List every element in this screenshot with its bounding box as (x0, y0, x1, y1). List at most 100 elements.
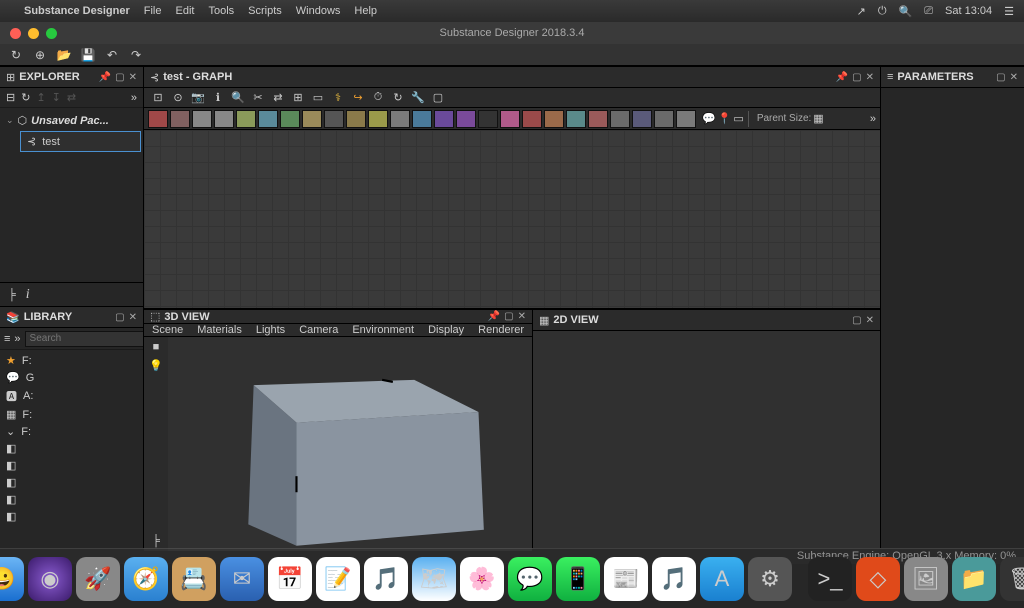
center-icon[interactable]: ⊙ (170, 90, 186, 106)
node-type-button[interactable] (566, 110, 586, 128)
node-type-button[interactable] (632, 110, 652, 128)
info-icon[interactable]: ℹ (210, 90, 226, 106)
refresh-icon[interactable]: ↻ (21, 91, 30, 104)
lib-cat[interactable]: 🅰A: (0, 386, 143, 406)
dock-app[interactable]: 📁 (952, 557, 996, 601)
menu-environment[interactable]: Environment (352, 324, 414, 336)
clock[interactable]: Sat 13:04 (945, 5, 992, 17)
lib-cat[interactable]: 💬G (0, 369, 143, 386)
flow-icon[interactable]: ↪ (350, 90, 366, 106)
arrow-icon[interactable]: ↗ (857, 5, 866, 18)
node-type-button[interactable] (236, 110, 256, 128)
link-icon[interactable]: ⇄ (270, 90, 286, 106)
node-type-button[interactable] (258, 110, 278, 128)
dock-app[interactable]: 🚀 (76, 557, 120, 601)
node-type-button[interactable] (478, 110, 498, 128)
video-icon[interactable]: ■ (153, 341, 160, 353)
info-icon[interactable]: i (26, 287, 30, 303)
lib-item[interactable]: ◧ (0, 440, 143, 457)
menu-help[interactable]: Help (354, 5, 377, 17)
node-type-button[interactable] (434, 110, 454, 128)
node-type-button[interactable] (170, 110, 190, 128)
timer-icon[interactable]: ⏱ (370, 90, 386, 106)
close-icon[interactable]: ✕ (866, 315, 874, 326)
node-type-button[interactable] (214, 110, 234, 128)
app-name[interactable]: Substance Designer (24, 5, 130, 17)
cut-icon[interactable]: ✂ (250, 90, 266, 106)
lib-cat[interactable]: ▦F: (0, 406, 143, 423)
maximize-icon[interactable]: ▢ (504, 311, 513, 322)
menu-tools[interactable]: Tools (208, 5, 234, 17)
lib-item[interactable]: ◧ (0, 508, 143, 525)
graph-item[interactable]: ⊰ test (20, 131, 141, 152)
menu-display[interactable]: Display (428, 324, 464, 336)
maximize-button[interactable] (46, 28, 57, 39)
dock-app[interactable]: 📱 (556, 557, 600, 601)
search-input[interactable] (25, 331, 143, 347)
dock-app[interactable]: 🗺 (412, 557, 456, 601)
collapse-icon[interactable]: ⊟ (6, 91, 15, 104)
undo-icon[interactable]: ↶ (104, 48, 120, 62)
node-type-button[interactable] (390, 110, 410, 128)
globe-icon[interactable]: ⊕ (32, 48, 48, 62)
python-icon[interactable]: ⚕ (330, 90, 346, 106)
dock-app[interactable]: 📰 (604, 557, 648, 601)
pin-icon[interactable]: 📌 (99, 72, 111, 83)
node-type-button[interactable] (368, 110, 388, 128)
node-type-button[interactable] (500, 110, 520, 128)
menu-windows[interactable]: Windows (296, 5, 341, 17)
save-icon[interactable]: 💾 (80, 48, 96, 62)
lib-item[interactable]: ◧ (0, 474, 143, 491)
open-icon[interactable]: 📂 (56, 48, 72, 62)
light-icon[interactable]: 💡 (149, 359, 163, 372)
dock-app[interactable]: 💬 (508, 557, 552, 601)
node-type-button[interactable] (324, 110, 344, 128)
maximize-icon[interactable]: ▢ (852, 72, 861, 83)
node-type-button[interactable] (588, 110, 608, 128)
dock-app[interactable]: >_ (808, 557, 852, 601)
pin-icon[interactable]: 📌 (488, 311, 500, 322)
filter-icon[interactable]: ≡ (4, 333, 10, 345)
dock-app[interactable]: 🖼 (904, 557, 948, 601)
lib-item[interactable]: ◧ (0, 457, 143, 474)
menu-lights[interactable]: Lights (256, 324, 285, 336)
menu-materials[interactable]: Materials (197, 324, 242, 336)
lib-item[interactable]: ◧ (0, 491, 143, 508)
dock-app[interactable]: 😀 (0, 557, 24, 601)
dock-app[interactable]: 🎵 (364, 557, 408, 601)
frame-icon[interactable]: ▭ (733, 112, 743, 125)
node-type-button[interactable] (676, 110, 696, 128)
lib-cat[interactable]: ⌄F: (0, 423, 143, 440)
menu-file[interactable]: File (144, 5, 162, 17)
dock-app[interactable]: ✉ (220, 557, 264, 601)
dock-app[interactable]: 📇 (172, 557, 216, 601)
close-icon[interactable]: ✕ (866, 72, 874, 83)
fit-icon[interactable]: ⊡ (150, 90, 166, 106)
pin-icon[interactable]: 📌 (836, 72, 848, 83)
zoom-icon[interactable]: 🔍 (230, 90, 246, 106)
dock-app[interactable]: 🎵 (652, 557, 696, 601)
box-icon[interactable]: ▢ (430, 90, 446, 106)
node-type-button[interactable] (280, 110, 300, 128)
list-icon[interactable]: ☰ (1004, 5, 1014, 18)
node-type-button[interactable] (412, 110, 432, 128)
dock-app[interactable]: 📅 (268, 557, 312, 601)
maximize-icon[interactable]: ▢ (852, 315, 861, 326)
close-icon[interactable]: ✕ (129, 72, 137, 83)
menu-scene[interactable]: Scene (152, 324, 183, 336)
redo-icon[interactable]: ↷ (128, 48, 144, 62)
camera-icon[interactable]: 📷 (190, 90, 206, 106)
lib-cat-favorites[interactable]: ★F: (0, 352, 143, 369)
maximize-icon[interactable]: ▢ (996, 72, 1005, 83)
more-icon[interactable]: » (870, 113, 876, 125)
node-type-button[interactable] (192, 110, 212, 128)
node-type-button[interactable] (522, 110, 542, 128)
dock-app[interactable]: 🧭 (124, 557, 168, 601)
axis-icon[interactable]: ╞ (152, 535, 160, 547)
search-icon[interactable]: 🔍 (899, 5, 913, 18)
refresh-icon[interactable]: ↻ (390, 90, 406, 106)
3dview-viewport[interactable]: ■ 💡 ╞ (144, 337, 532, 551)
tree-icon[interactable]: ╞ (8, 289, 16, 301)
close-icon[interactable]: ✕ (1010, 72, 1018, 83)
dock-app[interactable]: 🌸 (460, 557, 504, 601)
